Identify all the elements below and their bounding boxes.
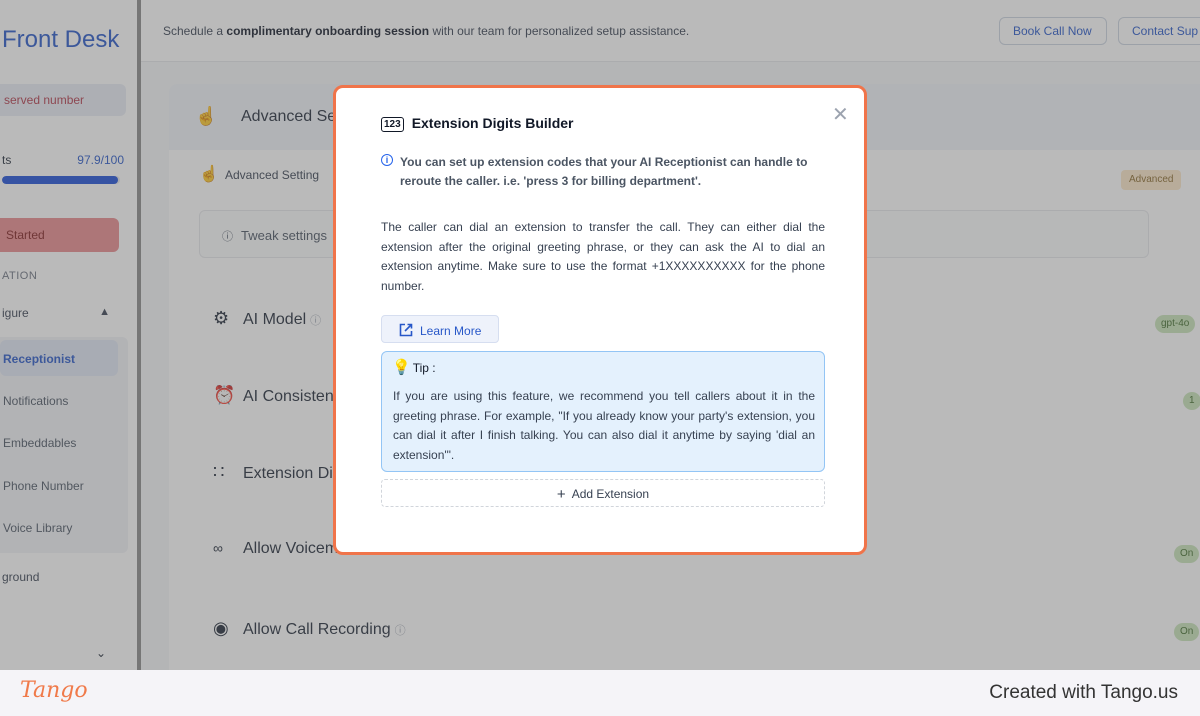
- tango-logo: Tango: [20, 678, 88, 703]
- modal-description: The caller can dial an extension to tran…: [381, 220, 825, 293]
- tip-body: If you are using this feature, we recomm…: [393, 389, 815, 462]
- tip-header: 💡 Tip :: [392, 358, 436, 376]
- tip-box: 💡 Tip : If you are using this feature, we…: [381, 351, 825, 472]
- info-note: i You can set up extension codes that yo…: [381, 153, 821, 191]
- tango-footer: Tango Created with Tango.us: [0, 670, 1200, 716]
- app-window: Front Desk served number ts 97.9/100 Sta…: [0, 0, 1200, 670]
- info-icon: i: [381, 154, 393, 166]
- external-link-icon: [399, 323, 413, 337]
- extension-digits-modal: ✕ 123 Extension Digits Builder i You can …: [333, 85, 867, 555]
- modal-title-text: Extension Digits Builder: [411, 115, 574, 131]
- plus-icon: +: [556, 486, 566, 503]
- learn-more-button[interactable]: Learn More: [381, 315, 499, 343]
- close-icon[interactable]: ✕: [832, 102, 849, 127]
- add-extension-button[interactable]: + Add Extension: [381, 479, 825, 507]
- info-note-text: You can set up extension codes that your…: [400, 155, 808, 188]
- tip-label: Tip :: [412, 361, 436, 375]
- add-extension-label: Add Extension: [571, 487, 650, 501]
- lightbulb-icon: 💡: [392, 359, 411, 376]
- created-with-text: Created with Tango.us: [989, 682, 1178, 703]
- learn-more-label: Learn More: [420, 324, 482, 338]
- modal-title: 123 Extension Digits Builder: [381, 115, 574, 132]
- dialpad-123-icon: 123: [381, 117, 404, 132]
